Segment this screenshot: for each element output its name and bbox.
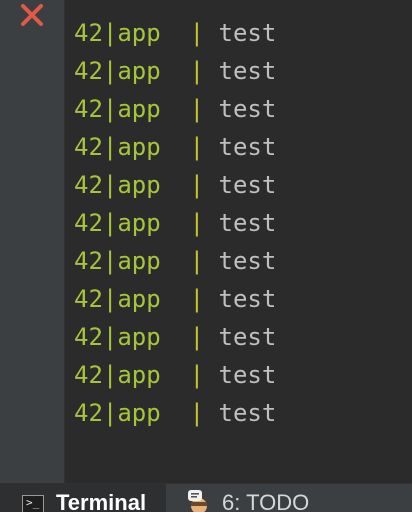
terminal-line: 42|app | test xyxy=(74,280,276,318)
line-prefix: 42|app xyxy=(74,133,161,161)
line-message: test xyxy=(218,133,277,161)
line-separator: | xyxy=(189,285,205,313)
line-separator: | xyxy=(189,57,205,85)
line-prefix: 42|app xyxy=(74,57,161,85)
line-separator: | xyxy=(189,209,205,237)
terminal-icon: >_ xyxy=(22,495,44,512)
line-prefix: 42|app xyxy=(74,209,161,237)
tool-window-bar: >_ Terminal 6: TODO xyxy=(0,483,412,512)
terminal-line: 42|app | test xyxy=(74,52,276,90)
line-prefix: 42|app xyxy=(74,19,161,47)
line-message: test xyxy=(218,247,277,275)
line-separator: | xyxy=(189,399,205,427)
line-message: test xyxy=(218,323,277,351)
line-separator: | xyxy=(189,247,205,275)
line-separator: | xyxy=(189,361,205,389)
line-prefix: 42|app xyxy=(74,247,161,275)
terminal-line: 42|app | test xyxy=(74,14,276,52)
line-message: test xyxy=(218,285,277,313)
tab-terminal-label: Terminal xyxy=(56,490,147,512)
close-session-button[interactable] xyxy=(17,0,47,30)
line-message: test xyxy=(218,95,277,123)
terminal-line: 42|app | test xyxy=(74,166,276,204)
terminal-line: 42|app | test xyxy=(74,318,276,356)
terminal-output[interactable]: 42|app | test 42|app | test 42|app | test 4… xyxy=(65,0,412,483)
tab-terminal[interactable]: >_ Terminal xyxy=(0,484,166,512)
terminal-line: 42|app | test xyxy=(74,394,276,432)
terminal-lines: 42|app | test 42|app | test 42|app | test 4… xyxy=(74,14,276,432)
line-prefix: 42|app xyxy=(74,285,161,313)
terminal-line: 42|app | test xyxy=(74,90,276,128)
line-message: test xyxy=(218,209,277,237)
terminal-icon-glyph: >_ xyxy=(26,496,40,509)
todo-icon xyxy=(188,490,207,512)
terminal-line: 42|app | test xyxy=(74,242,276,280)
terminal-toolbar xyxy=(0,0,65,483)
line-separator: | xyxy=(189,323,205,351)
terminal-line: 42|app | test xyxy=(74,128,276,166)
line-prefix: 42|app xyxy=(74,95,161,123)
line-prefix: 42|app xyxy=(74,171,161,199)
close-x-icon xyxy=(21,4,43,26)
line-prefix: 42|app xyxy=(74,361,161,389)
line-prefix: 42|app xyxy=(74,323,161,351)
terminal-line: 42|app | test xyxy=(74,204,276,242)
ide-tool-window: 42|app | test 42|app | test 42|app | test 4… xyxy=(0,0,412,512)
line-message: test xyxy=(218,57,277,85)
line-prefix: 42|app xyxy=(74,399,161,427)
line-message: test xyxy=(218,19,277,47)
line-separator: | xyxy=(189,95,205,123)
line-message: test xyxy=(218,361,277,389)
line-separator: | xyxy=(189,171,205,199)
terminal-line: 42|app | test xyxy=(74,356,276,394)
line-separator: | xyxy=(189,133,205,161)
tab-todo[interactable]: 6: TODO xyxy=(184,484,344,512)
line-message: test xyxy=(218,171,277,199)
line-separator: | xyxy=(189,19,205,47)
tab-todo-label: 6: TODO xyxy=(222,490,310,512)
line-message: test xyxy=(218,399,277,427)
